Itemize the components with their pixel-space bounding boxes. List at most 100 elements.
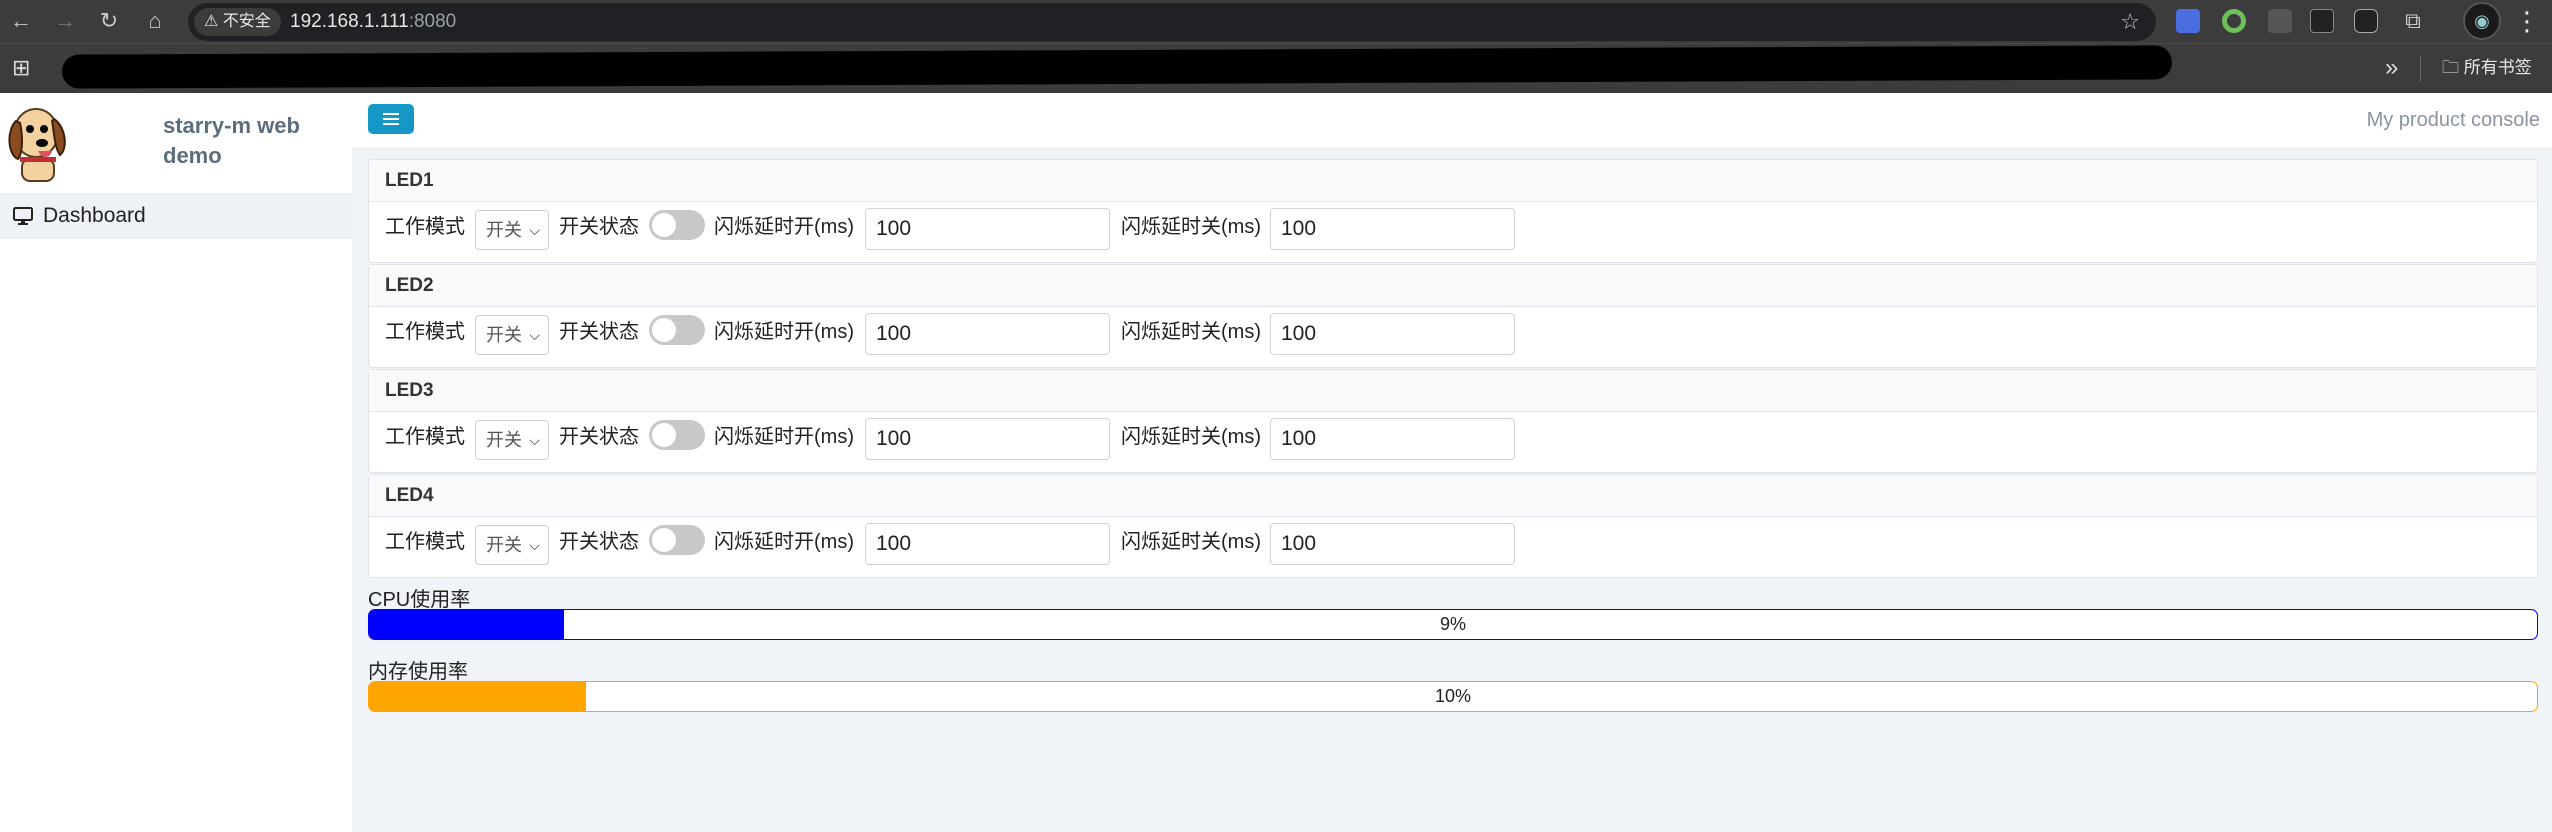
led-card: LED3 工作模式 开关 ⌵ 开关状态 闪烁延时开(ms) 闪烁延时关(ms): [368, 369, 2538, 473]
forward-icon[interactable]: →: [50, 6, 80, 36]
switch-toggle[interactable]: [649, 420, 705, 450]
sidebar-toggle-button[interactable]: [368, 104, 414, 134]
extensions-puzzle-icon[interactable]: ⧉: [2398, 6, 2428, 36]
on-delay-label: 闪烁延时开(ms): [714, 531, 854, 553]
led-title: LED2: [369, 265, 2537, 307]
brand-name: starry-m web demo: [163, 113, 300, 168]
led-title: LED1: [369, 160, 2537, 202]
switch-label: 开关状态: [559, 531, 639, 553]
off-delay-label: 闪烁延时关(ms): [1121, 321, 1261, 343]
url-text[interactable]: 192.168.1.111:8080: [290, 3, 456, 41]
on-delay-input[interactable]: [865, 208, 1110, 250]
switch-label: 开关状态: [559, 216, 639, 238]
off-delay-input[interactable]: [1270, 418, 1515, 460]
on-delay-label: 闪烁延时开(ms): [714, 426, 854, 448]
switch-label: 开关状态: [559, 321, 639, 343]
mode-label: 工作模式: [385, 321, 465, 343]
cpu-usage-label: CPU使用率: [368, 589, 471, 611]
led-controls: 工作模式 开关 ⌵ 开关状态 闪烁延时开(ms) 闪烁延时关(ms): [369, 202, 2537, 262]
led-card: LED1 工作模式 开关 ⌵ 开关状态 闪烁延时开(ms) 闪烁延时关(ms): [368, 159, 2538, 263]
mode-value: 开关: [486, 535, 522, 555]
beagle-logo-icon: [8, 108, 66, 182]
chevron-down-icon: ⌵: [529, 327, 540, 343]
mode-value: 开关: [486, 325, 522, 345]
led-controls: 工作模式 开关 ⌵ 开关状态 闪烁延时开(ms) 闪烁延时关(ms): [369, 412, 2537, 472]
off-delay-label: 闪烁延时关(ms): [1121, 426, 1261, 448]
top-header: My product console: [352, 93, 2552, 147]
memory-usage-value: 10%: [1434, 686, 1472, 706]
monitor-icon: [13, 207, 33, 225]
led-controls: 工作模式 开关 ⌵ 开关状态 闪烁延时开(ms) 闪烁延时关(ms): [369, 517, 2537, 577]
address-bar[interactable]: ⚠ 不安全 192.168.1.111:8080 ☆: [188, 3, 2156, 41]
led-controls: 工作模式 开关 ⌵ 开关状态 闪烁延时开(ms) 闪烁延时关(ms): [369, 307, 2537, 367]
mode-select[interactable]: 开关 ⌵: [475, 210, 549, 250]
console-title: My product console: [2366, 109, 2540, 131]
home-icon[interactable]: ⌂: [140, 6, 170, 36]
hamburger-line: [383, 118, 399, 120]
browser-toolbar: ← → ↻ ⌂ ⚠ 不安全 192.168.1.111:8080 ☆ ⧉ ◉ ⋮: [0, 0, 2552, 43]
security-status-chip[interactable]: ⚠ 不安全: [194, 8, 281, 36]
extension-glasses-icon[interactable]: [2354, 9, 2378, 33]
toggle-knob: [652, 423, 676, 447]
folder-icon: 🗀: [2442, 58, 2464, 77]
cpu-usage-value: 9%: [1439, 614, 1466, 634]
memory-usage-label: 内存使用率: [368, 661, 468, 683]
toggle-knob: [652, 318, 676, 342]
extension-mail-icon[interactable]: [2176, 9, 2200, 33]
switch-toggle[interactable]: [649, 525, 705, 555]
back-icon[interactable]: ←: [6, 6, 36, 36]
apps-grid-icon[interactable]: ⊞: [12, 54, 30, 82]
mode-value: 开关: [486, 220, 522, 240]
profile-avatar[interactable]: ◉: [2463, 2, 2501, 40]
on-delay-input[interactable]: [865, 523, 1110, 565]
led-title: LED3: [369, 370, 2537, 412]
off-delay-input[interactable]: [1270, 208, 1515, 250]
toggle-knob: [652, 528, 676, 552]
mode-select[interactable]: 开关 ⌵: [475, 420, 549, 460]
hamburger-line: [383, 123, 399, 125]
mode-select[interactable]: 开关 ⌵: [475, 315, 549, 355]
chevron-down-icon: ⌵: [529, 432, 540, 448]
memory-usage-bar: 10%: [368, 681, 2538, 712]
url-port: :8080: [408, 11, 457, 32]
mode-label: 工作模式: [385, 216, 465, 238]
mode-label: 工作模式: [385, 531, 465, 553]
switch-label: 开关状态: [559, 426, 639, 448]
off-delay-input[interactable]: [1270, 313, 1515, 355]
extension-circle-icon[interactable]: [2222, 9, 2246, 33]
switch-toggle[interactable]: [649, 210, 705, 240]
cpu-usage-bar: 9%: [368, 609, 2538, 640]
on-delay-input[interactable]: [865, 418, 1110, 460]
led-card: LED4 工作模式 开关 ⌵ 开关状态 闪烁延时开(ms) 闪烁延时关(ms): [368, 474, 2538, 578]
on-delay-input[interactable]: [865, 313, 1110, 355]
on-delay-label: 闪烁延时开(ms): [714, 216, 854, 238]
all-bookmarks-label: 所有书签: [2463, 58, 2532, 77]
mode-value: 开关: [486, 430, 522, 450]
led-title: LED4: [369, 475, 2537, 517]
bookmark-star-icon[interactable]: ☆: [2120, 3, 2140, 41]
app-root: starry-m web demo Dashboard My product c…: [0, 93, 2552, 832]
bookmarks-bar: ⊞ » 🗀 所有书签: [0, 43, 2552, 93]
off-delay-input[interactable]: [1270, 523, 1515, 565]
mode-label: 工作模式: [385, 426, 465, 448]
extension-box-icon[interactable]: [2268, 9, 2292, 33]
divider: [2420, 56, 2421, 82]
on-delay-label: 闪烁延时开(ms): [714, 321, 854, 343]
sidebar-item-label: Dashboard: [43, 204, 146, 227]
url-host: 192.168.1.111: [290, 11, 409, 32]
mode-select[interactable]: 开关 ⌵: [475, 525, 549, 565]
chevron-down-icon: ⌵: [529, 537, 540, 553]
chevron-down-icon: ⌵: [529, 222, 540, 238]
sidebar-item-dashboard[interactable]: Dashboard: [0, 193, 352, 239]
extension-chart-icon[interactable]: [2310, 9, 2334, 33]
redacted-bookmarks: [61, 45, 2173, 89]
hamburger-icon: [383, 113, 399, 115]
reload-icon[interactable]: ↻: [94, 6, 124, 36]
led-card: LED2 工作模式 开关 ⌵ 开关状态 闪烁延时开(ms) 闪烁延时关(ms): [368, 264, 2538, 368]
more-bookmarks-icon[interactable]: »: [2385, 54, 2398, 82]
all-bookmarks-button[interactable]: 🗀 所有书签: [2442, 54, 2532, 82]
toggle-knob: [652, 213, 676, 237]
sidebar: starry-m web demo Dashboard: [0, 93, 352, 832]
browser-menu-icon[interactable]: ⋮: [2514, 4, 2540, 38]
switch-toggle[interactable]: [649, 315, 705, 345]
